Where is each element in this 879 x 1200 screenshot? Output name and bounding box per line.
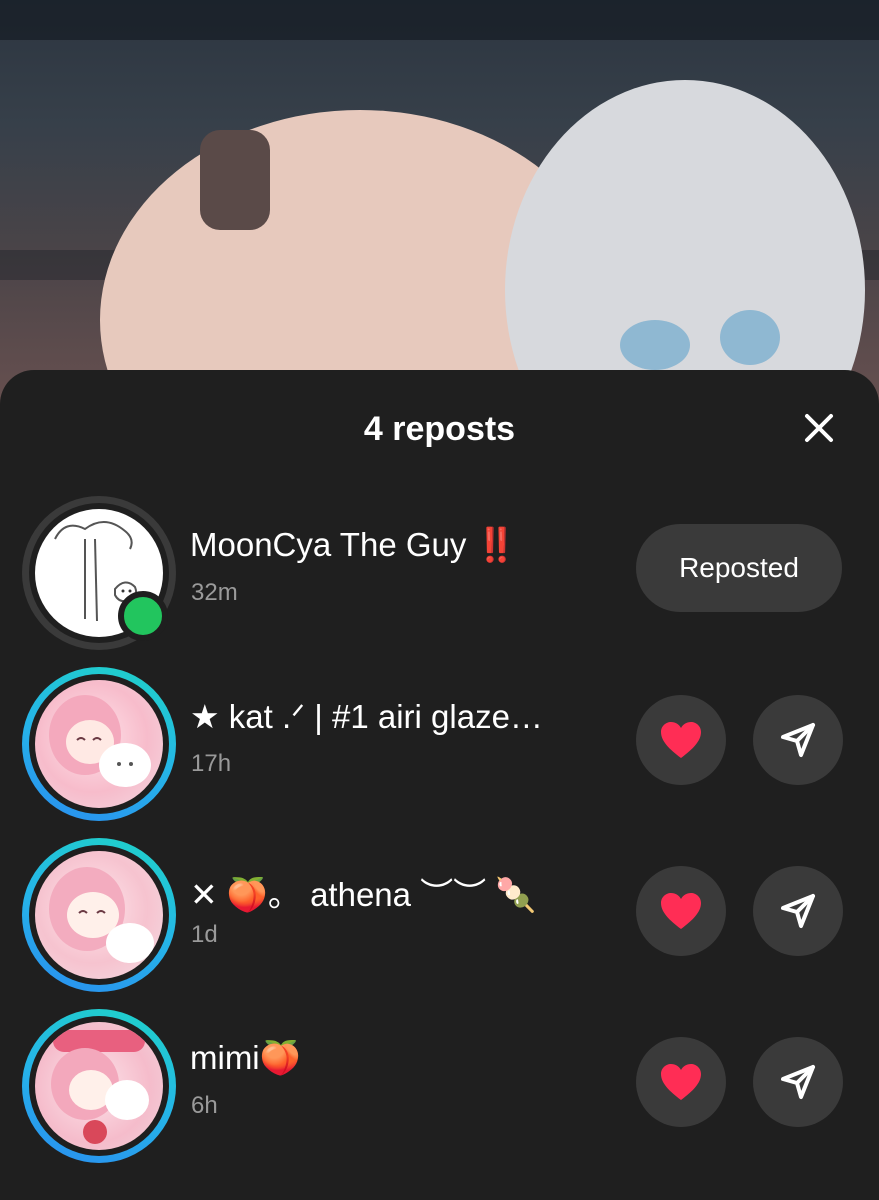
repost-time: 6h (191, 1092, 218, 1119)
sheet-title: 4 reposts (363, 410, 516, 448)
background-artwork (0, 0, 879, 420)
send-icon (781, 723, 815, 757)
send-button[interactable] (753, 695, 843, 785)
send-button[interactable] (753, 866, 843, 956)
reposts-sheet: 4 reposts MoonCya The Guy ‼️ 32m Reposte… (0, 370, 879, 1200)
anime-avatar-image (49, 867, 154, 963)
avatar[interactable] (22, 1009, 176, 1163)
list-item: ★ kat .ᐟ | #1 airi glaze… 17h (0, 667, 879, 827)
anime-avatar-image (51, 1030, 149, 1144)
username[interactable]: MoonCya The Guy ‼️ (190, 526, 610, 565)
username[interactable]: ★ kat .ᐟ | #1 airi glaze… (190, 697, 610, 736)
sheet-header: 4 reposts (0, 370, 879, 490)
repost-time: 17h (191, 750, 232, 777)
heart-icon (661, 893, 701, 929)
avatar[interactable] (22, 838, 176, 992)
send-icon (781, 1065, 815, 1099)
repost-time: 32m (191, 579, 238, 606)
online-status-indicator (118, 591, 168, 641)
like-button[interactable] (636, 695, 726, 785)
username[interactable]: ✕ 🍑。 athena ︶︶ 🍡 (190, 868, 610, 916)
reposted-button[interactable]: Reposted (636, 524, 842, 612)
like-button[interactable] (636, 866, 726, 956)
heart-icon (661, 722, 701, 758)
send-icon (781, 894, 815, 928)
repost-time: 1d (191, 921, 218, 948)
username[interactable]: mimi🍑 (190, 1039, 610, 1078)
anime-avatar-image (49, 695, 151, 787)
list-item: MoonCya The Guy ‼️ 32m Reposted (0, 496, 879, 656)
send-button[interactable] (753, 1037, 843, 1127)
list-item: mimi🍑 6h (0, 1009, 879, 1169)
close-button[interactable] (803, 412, 835, 444)
heart-icon (661, 1064, 701, 1100)
list-item: ✕ 🍑。 athena ︶︶ 🍡 1d (0, 838, 879, 998)
avatar[interactable] (22, 667, 176, 821)
close-icon (805, 414, 833, 442)
like-button[interactable] (636, 1037, 726, 1127)
